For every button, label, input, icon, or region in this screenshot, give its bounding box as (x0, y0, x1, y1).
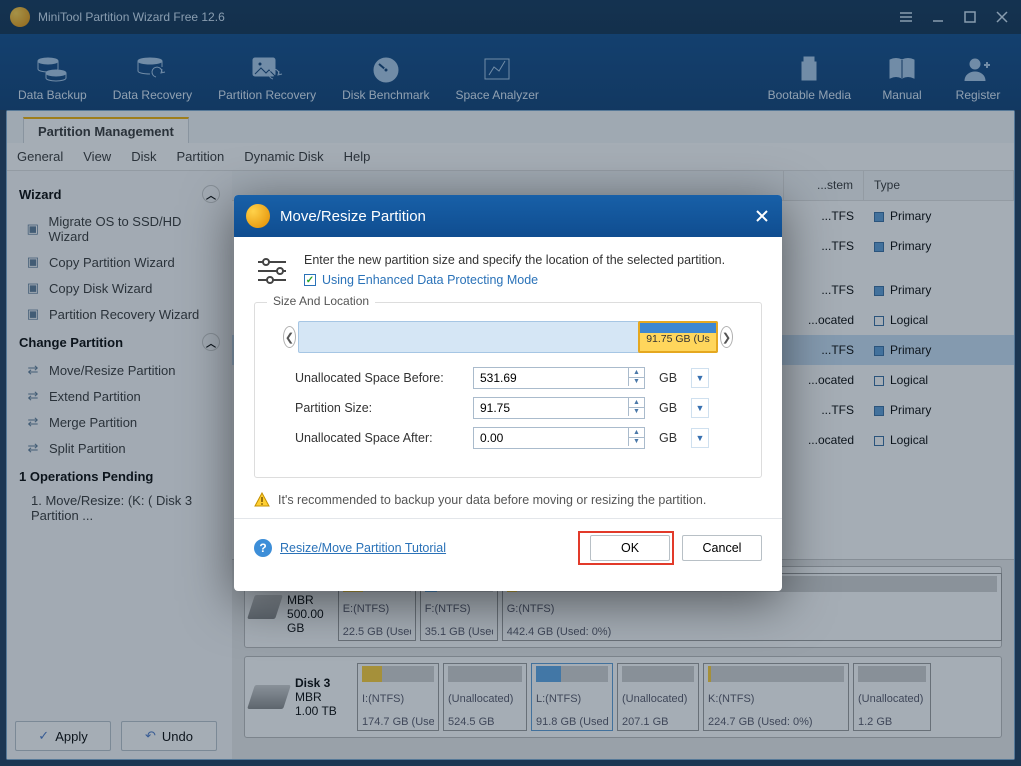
dialog-intro: Enter the new partition size and specify… (304, 253, 725, 267)
enhanced-mode-label: Using Enhanced Data Protecting Mode (322, 273, 538, 287)
dialog-title: Move/Resize Partition (280, 208, 426, 225)
checkbox-icon: ✓ (304, 274, 316, 286)
segment-label: 91.75 GB (Us (640, 333, 716, 345)
unit-dropdown[interactable]: ▼ (691, 398, 709, 418)
move-resize-dialog: Move/Resize Partition Enter the new part… (234, 195, 782, 591)
move-left-button[interactable]: ❮ (283, 326, 296, 348)
enhanced-mode-checkbox[interactable]: ✓ Using Enhanced Data Protecting Mode (304, 273, 725, 287)
fieldset-legend: Size And Location (267, 294, 375, 308)
partition-size-label: Partition Size: (295, 401, 465, 415)
ok-button[interactable]: OK (590, 535, 670, 561)
unit-label: GB (653, 401, 683, 415)
unallocated-before-segment[interactable] (299, 322, 638, 352)
unit-label: GB (653, 371, 683, 385)
partition-slider[interactable]: 91.75 GB (Us (298, 321, 718, 353)
backup-warning: It's recommended to backup your data bef… (254, 492, 762, 508)
stepper-icon[interactable]: ▲▼ (628, 398, 644, 416)
cancel-button[interactable]: Cancel (682, 535, 762, 561)
stepper-icon[interactable]: ▲▼ (628, 428, 644, 446)
stepper-icon[interactable]: ▲▼ (628, 368, 644, 386)
warning-text: It's recommended to backup your data bef… (278, 493, 706, 507)
tutorial-link[interactable]: Resize/Move Partition Tutorial (280, 541, 446, 555)
unalloc-before-input[interactable] (473, 367, 645, 389)
unalloc-after-label: Unallocated Space After: (295, 431, 465, 445)
sliders-icon (254, 253, 290, 292)
unit-dropdown[interactable]: ▼ (691, 428, 709, 448)
help-icon[interactable]: ? (254, 539, 272, 557)
unit-label: GB (653, 431, 683, 445)
ok-highlight: OK (578, 531, 674, 565)
move-right-button[interactable]: ❯ (720, 326, 733, 348)
unalloc-before-label: Unallocated Space Before: (295, 371, 465, 385)
partition-size-input[interactable] (473, 397, 645, 419)
app-logo-icon (246, 204, 270, 228)
dialog-titlebar: Move/Resize Partition (234, 195, 782, 237)
dialog-close-icon[interactable] (754, 208, 770, 224)
unalloc-after-input[interactable] (473, 427, 645, 449)
partition-segment[interactable]: 91.75 GB (Us (638, 321, 718, 353)
unit-dropdown[interactable]: ▼ (691, 368, 709, 388)
warning-icon (254, 492, 270, 508)
size-location-group: Size And Location ❮ 91.75 GB (Us ❯ Unall… (254, 302, 762, 478)
